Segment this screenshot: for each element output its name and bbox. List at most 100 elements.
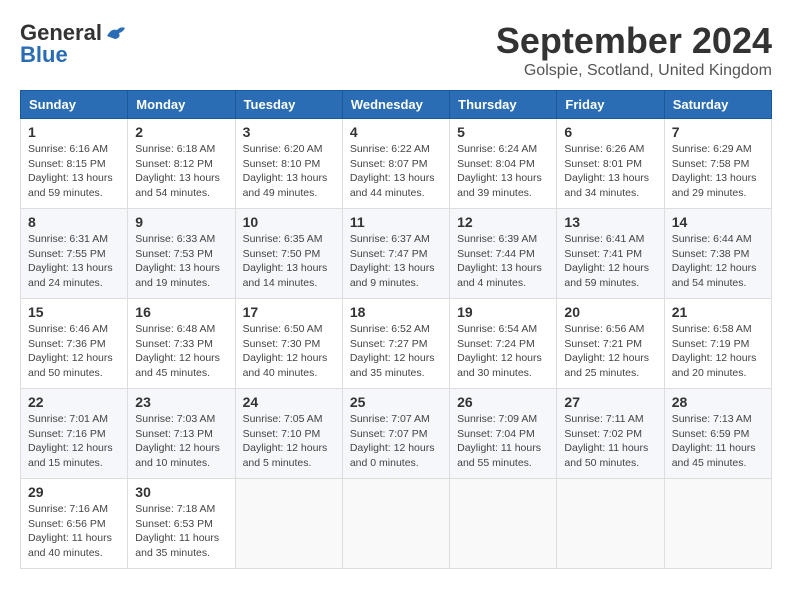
day-info: Sunrise: 6:29 AM Sunset: 7:58 PM Dayligh… — [672, 142, 764, 201]
day-info: Sunrise: 6:26 AM Sunset: 8:01 PM Dayligh… — [564, 142, 656, 201]
calendar-cell: 10 Sunrise: 6:35 AM Sunset: 7:50 PM Dayli… — [235, 209, 342, 299]
day-number: 17 — [243, 304, 335, 320]
day-info: Sunrise: 6:39 AM Sunset: 7:44 PM Dayligh… — [457, 232, 549, 291]
day-info: Sunrise: 7:05 AM Sunset: 7:10 PM Dayligh… — [243, 412, 335, 471]
calendar-week-row: 22 Sunrise: 7:01 AM Sunset: 7:16 PM Dayli… — [21, 389, 772, 479]
column-header-monday: Monday — [128, 91, 235, 119]
day-number: 7 — [672, 124, 764, 140]
day-info: Sunrise: 6:16 AM Sunset: 8:15 PM Dayligh… — [28, 142, 120, 201]
day-number: 29 — [28, 484, 120, 500]
day-info: Sunrise: 7:18 AM Sunset: 6:53 PM Dayligh… — [135, 502, 227, 561]
calendar-week-row: 15Sunrise: 6:46 AM Sunset: 7:36 PM Dayli… — [21, 299, 772, 389]
calendar-cell: 23 Sunrise: 7:03 AM Sunset: 7:13 PM Dayli… — [128, 389, 235, 479]
day-number: 20 — [564, 304, 656, 320]
calendar-cell: 8Sunrise: 6:31 AM Sunset: 7:55 PM Daylig… — [21, 209, 128, 299]
day-info: Sunrise: 7:03 AM Sunset: 7:13 PM Dayligh… — [135, 412, 227, 471]
day-number: 25 — [350, 394, 442, 410]
day-number: 16 — [135, 304, 227, 320]
logo: General Blue — [20, 20, 127, 68]
calendar-cell: 16 Sunrise: 6:48 AM Sunset: 7:33 PM Dayli… — [128, 299, 235, 389]
page-header: General Blue September 2024 Golspie, Sco… — [20, 20, 772, 80]
calendar-cell: 18 Sunrise: 6:52 AM Sunset: 7:27 PM Dayli… — [342, 299, 449, 389]
day-number: 5 — [457, 124, 549, 140]
day-info: Sunrise: 6:48 AM Sunset: 7:33 PM Dayligh… — [135, 322, 227, 381]
day-number: 15 — [28, 304, 120, 320]
day-number: 30 — [135, 484, 227, 500]
day-info: Sunrise: 6:44 AM Sunset: 7:38 PM Dayligh… — [672, 232, 764, 291]
day-number: 11 — [350, 214, 442, 230]
day-info: Sunrise: 6:31 AM Sunset: 7:55 PM Dayligh… — [28, 232, 120, 291]
calendar-cell — [664, 479, 771, 569]
calendar-cell: 27Sunrise: 7:11 AM Sunset: 7:02 PM Dayli… — [557, 389, 664, 479]
calendar-cell: 9 Sunrise: 6:33 AM Sunset: 7:53 PM Daylig… — [128, 209, 235, 299]
location-subtitle: Golspie, Scotland, United Kingdom — [496, 62, 772, 80]
calendar-cell: 26Sunrise: 7:09 AM Sunset: 7:04 PM Dayli… — [450, 389, 557, 479]
day-number: 24 — [243, 394, 335, 410]
day-number: 14 — [672, 214, 764, 230]
day-number: 2 — [135, 124, 227, 140]
day-info: Sunrise: 6:20 AM Sunset: 8:10 PM Dayligh… — [243, 142, 335, 201]
calendar-cell: 13Sunrise: 6:41 AM Sunset: 7:41 PM Dayli… — [557, 209, 664, 299]
calendar-cell: 11 Sunrise: 6:37 AM Sunset: 7:47 PM Dayli… — [342, 209, 449, 299]
calendar-cell: 4 Sunrise: 6:22 AM Sunset: 8:07 PM Daylig… — [342, 119, 449, 209]
calendar-cell: 28 Sunrise: 7:13 AM Sunset: 6:59 PM Dayli… — [664, 389, 771, 479]
calendar-cell: 29Sunrise: 7:16 AM Sunset: 6:56 PM Dayli… — [21, 479, 128, 569]
calendar-cell: 21Sunrise: 6:58 AM Sunset: 7:19 PM Dayli… — [664, 299, 771, 389]
calendar-week-row: 8Sunrise: 6:31 AM Sunset: 7:55 PM Daylig… — [21, 209, 772, 299]
day-info: Sunrise: 6:54 AM Sunset: 7:24 PM Dayligh… — [457, 322, 549, 381]
title-block: September 2024 Golspie, Scotland, United… — [496, 20, 772, 80]
day-info: Sunrise: 7:07 AM Sunset: 7:07 PM Dayligh… — [350, 412, 442, 471]
calendar-cell: 20 Sunrise: 6:56 AM Sunset: 7:21 PM Dayli… — [557, 299, 664, 389]
day-info: Sunrise: 6:33 AM Sunset: 7:53 PM Dayligh… — [135, 232, 227, 291]
day-number: 13 — [564, 214, 656, 230]
calendar-cell: 22 Sunrise: 7:01 AM Sunset: 7:16 PM Dayli… — [21, 389, 128, 479]
column-header-friday: Friday — [557, 91, 664, 119]
day-info: Sunrise: 6:56 AM Sunset: 7:21 PM Dayligh… — [564, 322, 656, 381]
day-number: 9 — [135, 214, 227, 230]
day-info: Sunrise: 6:24 AM Sunset: 8:04 PM Dayligh… — [457, 142, 549, 201]
column-header-saturday: Saturday — [664, 91, 771, 119]
column-header-wednesday: Wednesday — [342, 91, 449, 119]
day-info: Sunrise: 6:52 AM Sunset: 7:27 PM Dayligh… — [350, 322, 442, 381]
day-info: Sunrise: 6:37 AM Sunset: 7:47 PM Dayligh… — [350, 232, 442, 291]
calendar-cell — [342, 479, 449, 569]
calendar-table: SundayMondayTuesdayWednesdayThursdayFrid… — [20, 90, 772, 569]
calendar-week-row: 29Sunrise: 7:16 AM Sunset: 6:56 PM Dayli… — [21, 479, 772, 569]
day-number: 6 — [564, 124, 656, 140]
day-info: Sunrise: 6:22 AM Sunset: 8:07 PM Dayligh… — [350, 142, 442, 201]
calendar-cell: 15Sunrise: 6:46 AM Sunset: 7:36 PM Dayli… — [21, 299, 128, 389]
calendar-cell: 3Sunrise: 6:20 AM Sunset: 8:10 PM Daylig… — [235, 119, 342, 209]
day-number: 4 — [350, 124, 442, 140]
calendar-cell: 7 Sunrise: 6:29 AM Sunset: 7:58 PM Daylig… — [664, 119, 771, 209]
calendar-header-row: SundayMondayTuesdayWednesdayThursdayFrid… — [21, 91, 772, 119]
day-number: 22 — [28, 394, 120, 410]
calendar-cell: 19 Sunrise: 6:54 AM Sunset: 7:24 PM Dayli… — [450, 299, 557, 389]
calendar-week-row: 1 Sunrise: 6:16 AM Sunset: 8:15 PM Daylig… — [21, 119, 772, 209]
day-number: 10 — [243, 214, 335, 230]
column-header-tuesday: Tuesday — [235, 91, 342, 119]
day-number: 18 — [350, 304, 442, 320]
day-info: Sunrise: 7:13 AM Sunset: 6:59 PM Dayligh… — [672, 412, 764, 471]
column-header-thursday: Thursday — [450, 91, 557, 119]
month-title: September 2024 — [496, 20, 772, 62]
calendar-cell: 2 Sunrise: 6:18 AM Sunset: 8:12 PM Daylig… — [128, 119, 235, 209]
day-number: 1 — [28, 124, 120, 140]
calendar-cell: 30 Sunrise: 7:18 AM Sunset: 6:53 PM Dayli… — [128, 479, 235, 569]
day-number: 19 — [457, 304, 549, 320]
day-number: 27 — [564, 394, 656, 410]
day-info: Sunrise: 6:35 AM Sunset: 7:50 PM Dayligh… — [243, 232, 335, 291]
day-number: 12 — [457, 214, 549, 230]
calendar-cell: 25 Sunrise: 7:07 AM Sunset: 7:07 PM Dayli… — [342, 389, 449, 479]
calendar-cell — [557, 479, 664, 569]
day-info: Sunrise: 7:01 AM Sunset: 7:16 PM Dayligh… — [28, 412, 120, 471]
day-number: 23 — [135, 394, 227, 410]
calendar-cell: 14 Sunrise: 6:44 AM Sunset: 7:38 PM Dayli… — [664, 209, 771, 299]
calendar-cell: 1 Sunrise: 6:16 AM Sunset: 8:15 PM Daylig… — [21, 119, 128, 209]
day-info: Sunrise: 6:18 AM Sunset: 8:12 PM Dayligh… — [135, 142, 227, 201]
calendar-cell: 12 Sunrise: 6:39 AM Sunset: 7:44 PM Dayli… — [450, 209, 557, 299]
logo-bird-icon — [105, 24, 127, 42]
day-number: 28 — [672, 394, 764, 410]
calendar-cell: 5 Sunrise: 6:24 AM Sunset: 8:04 PM Daylig… — [450, 119, 557, 209]
day-info: Sunrise: 6:50 AM Sunset: 7:30 PM Dayligh… — [243, 322, 335, 381]
calendar-cell: 6 Sunrise: 6:26 AM Sunset: 8:01 PM Daylig… — [557, 119, 664, 209]
